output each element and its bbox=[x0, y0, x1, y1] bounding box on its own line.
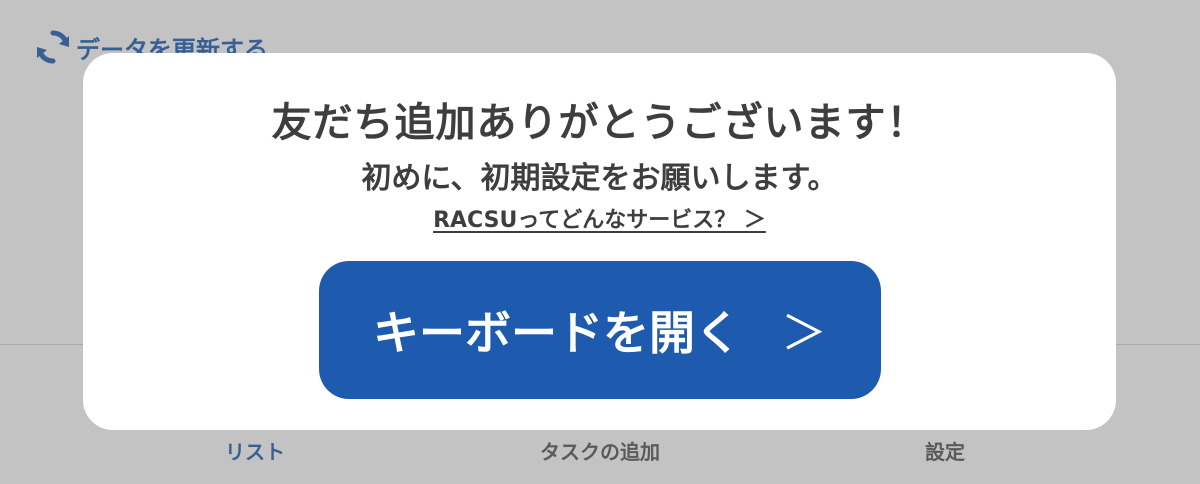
tab-add-task[interactable]: タスクの追加 bbox=[540, 436, 660, 465]
tab-settings[interactable]: 設定 bbox=[925, 436, 965, 465]
service-info-link-row: RACSUってどんなサービス？ ＞ bbox=[83, 206, 1116, 236]
service-info-link[interactable]: RACSUってどんなサービス？ ＞ bbox=[433, 208, 766, 233]
modal-subtitle: 初めに、初期設定をお願いします。 bbox=[361, 161, 838, 196]
refresh-icon bbox=[37, 30, 69, 64]
tab-list[interactable]: リスト bbox=[225, 436, 285, 465]
modal-title: 友だち追加ありがとうございます！ bbox=[271, 100, 928, 146]
open-keyboard-label: キーボードを開く bbox=[373, 306, 741, 360]
welcome-modal: 友だち追加ありがとうございます！ 初めに、初期設定をお願いします。 RACSUっ… bbox=[83, 53, 1116, 430]
open-keyboard-button[interactable]: キーボードを開く ＞ bbox=[319, 261, 881, 399]
chevron-right-icon: ＞ bbox=[781, 306, 827, 360]
